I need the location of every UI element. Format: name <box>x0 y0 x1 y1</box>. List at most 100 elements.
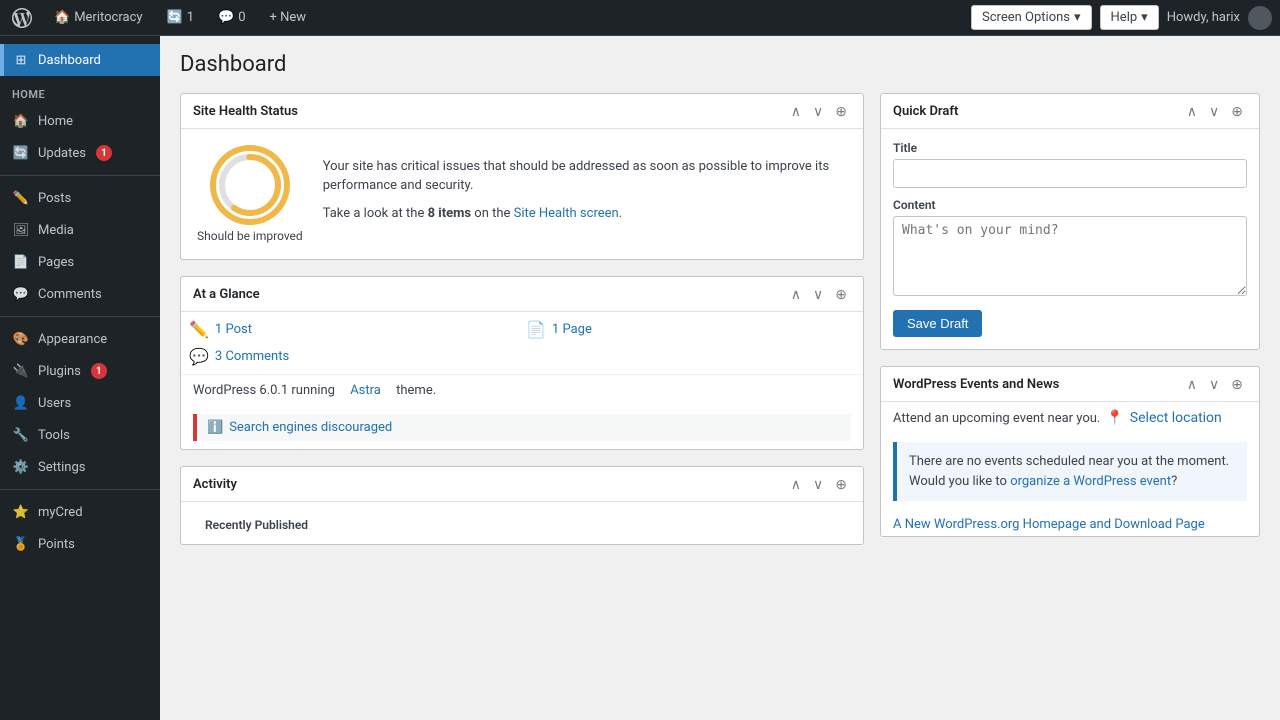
site-health-screen-link[interactable]: Site Health screen <box>514 206 619 221</box>
site-name-link[interactable]: 🏠 Meritocracy <box>48 6 149 29</box>
updates-link[interactable]: 🔄 1 <box>161 6 201 29</box>
admin-bar: 🏠 Meritocracy 🔄 1 💬 0 + New Screen Optio… <box>0 0 1280 36</box>
draft-content-textarea[interactable] <box>893 216 1247 296</box>
sidebar: ⊞ Dashboard Home 🏠 Home 🔄 Updates 1 ✏️ P… <box>0 36 160 720</box>
dashboard-columns: Site Health Status ∧ ∨ ⊕ <box>180 93 1260 561</box>
wp-events-header[interactable]: WordPress Events and News ∧ ∨ ⊕ <box>881 367 1259 402</box>
sidebar-item-pages[interactable]: 📄 Pages <box>0 246 160 278</box>
plugins-icon: 🔌 <box>12 362 30 380</box>
left-column: Site Health Status ∧ ∨ ⊕ <box>180 93 864 561</box>
activity-up-button[interactable]: ∧ <box>787 475 805 493</box>
sidebar-item-media[interactable]: 🖼 Media <box>0 214 160 246</box>
appearance-icon: 🎨 <box>12 330 30 348</box>
posts-count-link[interactable]: 1 Post <box>215 322 252 337</box>
events-notice: There are no events scheduled near you a… <box>893 442 1247 501</box>
quick-draft-up-button[interactable]: ∧ <box>1183 102 1201 120</box>
activity-widget: Activity ∧ ∨ ⊕ Recently Published <box>180 466 864 545</box>
sidebar-dashboard-label: Dashboard <box>38 53 101 68</box>
save-draft-button[interactable]: Save Draft <box>893 310 982 337</box>
activity-header[interactable]: Activity ∧ ∨ ⊕ <box>181 467 863 502</box>
sidebar-item-comments[interactable]: 💬 Comments <box>0 278 160 310</box>
glance-footer: WordPress 6.0.1 running Astra theme. <box>181 374 863 406</box>
quick-draft-title: Quick Draft <box>893 104 958 119</box>
page-icon: 📄 <box>526 320 546 339</box>
avatar[interactable] <box>1248 6 1272 30</box>
at-a-glance-up-button[interactable]: ∧ <box>787 285 805 303</box>
wp-events-configure-button[interactable]: ⊕ <box>1227 375 1247 393</box>
activity-title: Activity <box>193 477 237 492</box>
points-icon: 🏅 <box>12 535 30 553</box>
sidebar-item-tools[interactable]: 🔧 Tools <box>0 419 160 451</box>
new-content-button[interactable]: + New <box>264 6 313 29</box>
theme-link[interactable]: Astra <box>350 383 381 398</box>
theme-suffix: theme. <box>396 383 436 398</box>
organize-event-link[interactable]: organize a WordPress event <box>1010 474 1171 489</box>
activity-down-button[interactable]: ∨ <box>809 475 827 493</box>
at-a-glance-configure-button[interactable]: ⊕ <box>831 285 851 303</box>
info-icon: ℹ️ <box>207 420 223 435</box>
site-health-controls: ∧ ∨ ⊕ <box>787 102 851 120</box>
sidebar-appearance-label: Appearance <box>38 332 107 347</box>
activity-configure-button[interactable]: ⊕ <box>831 475 851 493</box>
site-health-title: Site Health Status <box>193 104 298 119</box>
at-a-glance-controls: ∧ ∨ ⊕ <box>787 285 851 303</box>
health-circle <box>210 145 290 225</box>
howdy-text: Howdy, harix <box>1167 10 1240 25</box>
quick-draft-header[interactable]: Quick Draft ∧ ∨ ⊕ <box>881 94 1259 129</box>
help-button[interactable]: Help ▾ <box>1100 5 1159 30</box>
sidebar-divider-1 <box>0 175 160 176</box>
quick-draft-widget: Quick Draft ∧ ∨ ⊕ Title Content Save Dra… <box>880 93 1260 350</box>
sidebar-item-mycred[interactable]: ⭐ myCred <box>0 496 160 528</box>
sidebar-item-plugins[interactable]: 🔌 Plugins 1 <box>0 355 160 387</box>
settings-icon: ⚙️ <box>12 458 30 476</box>
site-health-collapse-down-button[interactable]: ∨ <box>809 102 827 120</box>
pages-icon: 📄 <box>12 253 30 271</box>
news-link[interactable]: A New WordPress.org Homepage and Downloa… <box>893 517 1205 532</box>
sidebar-item-dashboard[interactable]: ⊞ Dashboard <box>0 44 160 76</box>
sidebar-item-appearance[interactable]: 🎨 Appearance <box>0 323 160 355</box>
sidebar-item-updates[interactable]: 🔄 Updates 1 <box>0 137 160 169</box>
at-a-glance-header[interactable]: At a Glance ∧ ∨ ⊕ <box>181 277 863 312</box>
sidebar-tools-label: Tools <box>38 428 70 443</box>
help-arrow-icon: ▾ <box>1141 10 1148 25</box>
comments-sidebar-icon: 💬 <box>12 285 30 303</box>
wp-events-up-button[interactable]: ∧ <box>1183 375 1201 393</box>
quick-draft-configure-button[interactable]: ⊕ <box>1227 102 1247 120</box>
pages-count-link[interactable]: 1 Page <box>552 322 592 337</box>
draft-title-input[interactable] <box>893 159 1247 188</box>
events-news: A New WordPress.org Homepage and Downloa… <box>881 509 1259 536</box>
site-health-body: Should be improved Your site has critica… <box>181 129 863 259</box>
sidebar-item-home[interactable]: 🏠 Home <box>0 105 160 137</box>
updates-count: 1 <box>187 10 194 25</box>
screen-options-button[interactable]: Screen Options ▾ <box>971 5 1092 30</box>
wp-logo-icon[interactable] <box>8 4 36 32</box>
comments-count-link[interactable]: 3 Comments <box>215 349 289 364</box>
activity-body: Recently Published <box>181 502 863 544</box>
comments-link[interactable]: 💬 0 <box>212 6 252 29</box>
site-health-header[interactable]: Site Health Status ∧ ∨ ⊕ <box>181 94 863 129</box>
sidebar-item-settings[interactable]: ⚙️ Settings <box>0 451 160 483</box>
wp-events-title: WordPress Events and News <box>893 377 1059 392</box>
sidebar-item-users[interactable]: 👤 Users <box>0 387 160 419</box>
glance-comments: 💬 3 Comments <box>189 347 518 366</box>
at-a-glance-title: At a Glance <box>193 287 260 302</box>
sidebar-users-label: Users <box>38 396 71 411</box>
search-engines-link[interactable]: Search engines discouraged <box>229 420 392 435</box>
wp-events-down-button[interactable]: ∨ <box>1205 375 1223 393</box>
events-notice-suffix: ? <box>1171 474 1177 489</box>
site-health-configure-button[interactable]: ⊕ <box>831 102 851 120</box>
sidebar-posts-label: Posts <box>38 191 71 206</box>
wp-version-text: WordPress 6.0.1 running <box>193 383 335 398</box>
sidebar-settings-label: Settings <box>38 460 85 475</box>
quick-draft-down-button[interactable]: ∨ <box>1205 102 1223 120</box>
at-a-glance-down-button[interactable]: ∨ <box>809 285 827 303</box>
location-icon: 📍 <box>1106 410 1123 426</box>
tools-icon: 🔧 <box>12 426 30 444</box>
sidebar-item-posts[interactable]: ✏️ Posts <box>0 182 160 214</box>
glance-pages: 📄 1 Page <box>526 320 855 339</box>
users-icon: 👤 <box>12 394 30 412</box>
health-description-text: Your site has critical issues that shoul… <box>323 157 847 232</box>
sidebar-item-points[interactable]: 🏅 Points <box>0 528 160 560</box>
select-location-link[interactable]: Select location <box>1130 410 1222 426</box>
site-health-collapse-up-button[interactable]: ∧ <box>787 102 805 120</box>
